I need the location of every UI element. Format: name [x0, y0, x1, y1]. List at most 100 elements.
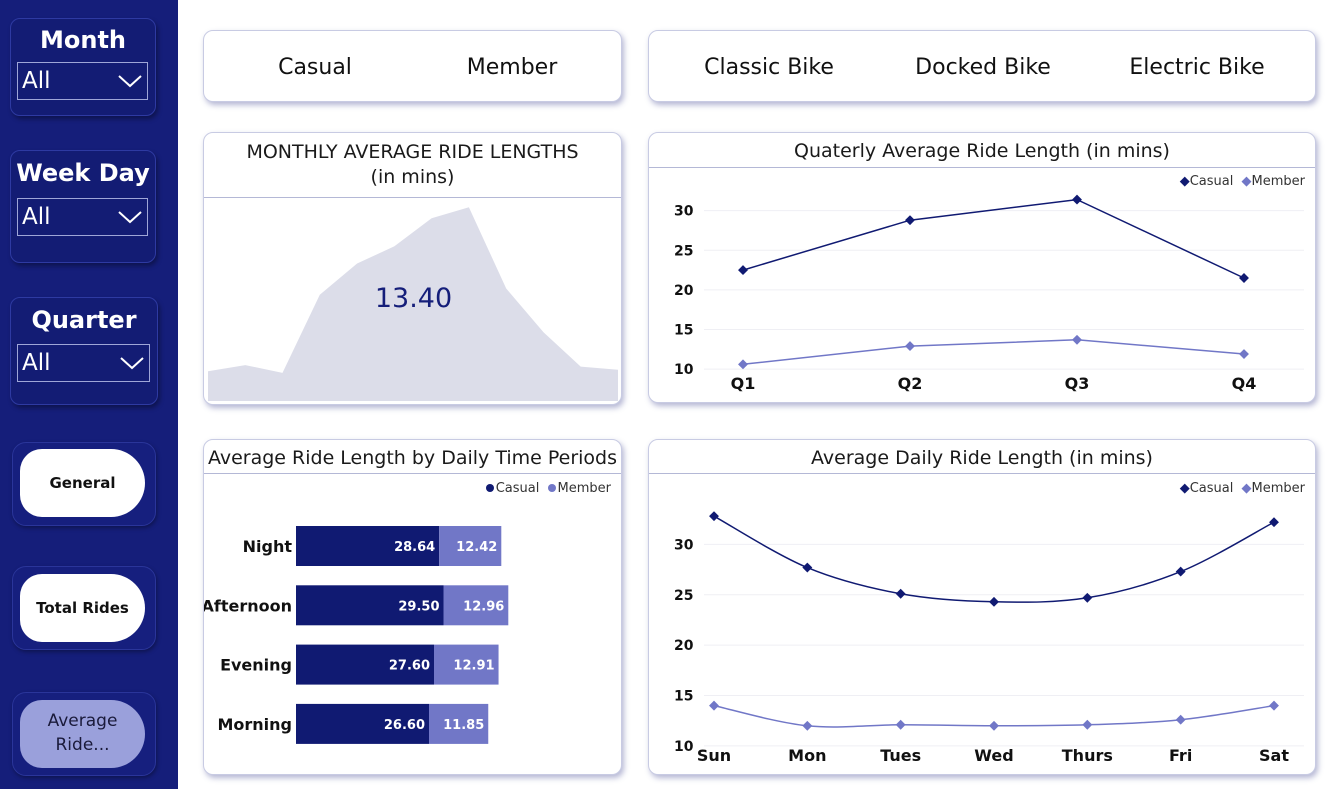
x-tick-label: Q2 — [898, 374, 923, 393]
casual-data-point — [738, 265, 748, 276]
member-data-point — [1239, 349, 1249, 359]
bike-type-toggle: Classic Bike Docked Bike Electric Bike — [648, 30, 1316, 102]
member-data-point — [1082, 719, 1093, 730]
casual-data-point — [895, 588, 906, 599]
quarterly-average-card: Quaterly Average Ride Length (in mins) ◆… — [648, 132, 1316, 403]
monthly-chart-title: MONTHLY AVERAGE RIDE LENGTHS — [246, 141, 579, 163]
member-data-point — [895, 719, 906, 730]
casual-data-point — [905, 215, 915, 226]
quarterly-card-header: Quaterly Average Ride Length (in mins) — [649, 133, 1315, 168]
time-period-chart-title: Average Ride Length by Daily Time Period… — [207, 447, 618, 469]
casual-data-point — [709, 511, 719, 522]
weekday-dropdown-value: All — [22, 204, 51, 230]
bar-value-label: 28.64 — [394, 540, 435, 555]
casual-data-point — [1269, 517, 1279, 528]
member-data-point — [709, 700, 719, 711]
bar-value-label: 26.60 — [384, 718, 425, 733]
y-tick-label: 15 — [674, 322, 693, 338]
daily-card-header: Average Daily Ride Length (in mins) — [649, 440, 1315, 474]
x-tick-label: Q4 — [1232, 374, 1257, 393]
quarterly-chart-title: Quaterly Average Ride Length (in mins) — [794, 140, 1170, 162]
weekday-slicer-title: Week Day — [16, 159, 150, 187]
bar-value-label: 12.96 — [463, 599, 504, 614]
quarter-dropdown-value: All — [22, 350, 51, 376]
chevron-down-icon — [118, 211, 142, 224]
bar-value-label: 29.50 — [398, 599, 439, 614]
daily-line-chart: 10 15 20 25 30 Sun Mon Tues Wed Thurs Fri Sat — [674, 511, 1304, 765]
member-series-line — [742, 339, 1245, 366]
electric-bike-toggle[interactable]: Electric Bike — [1129, 55, 1264, 80]
y-tick-label: 20 — [674, 283, 694, 299]
casual-data-point — [1239, 273, 1249, 283]
category-label: Evening — [220, 656, 292, 675]
monthly-chart-subtitle: (in mins) — [370, 165, 455, 188]
casual-data-point — [989, 596, 999, 607]
y-tick-label: 30 — [674, 537, 694, 553]
bar-value-label: 11.85 — [443, 718, 484, 733]
member-data-point — [738, 359, 748, 370]
quarter-dropdown[interactable]: All — [17, 344, 150, 382]
quarterly-line-chart: 10 15 20 25 30 Q1 Q2 Q3 Q4 — [674, 194, 1304, 393]
docked-bike-toggle[interactable]: Docked Bike — [915, 55, 1051, 80]
x-tick-label: Thurs — [1062, 746, 1113, 765]
member-data-point — [1269, 700, 1279, 711]
weekday-slicer: Week Day All — [10, 150, 156, 263]
member-data-point — [1175, 714, 1186, 725]
y-tick-label: 15 — [674, 689, 693, 705]
casual-data-point — [1175, 566, 1186, 577]
casual-series-line — [713, 515, 1275, 603]
member-data-point — [989, 720, 999, 731]
y-tick-label: 10 — [674, 739, 694, 755]
monthly-value-label: 13.40 — [374, 283, 453, 314]
nav-average-ride-label: Average Ride... — [47, 711, 118, 755]
x-tick-label: Tues — [880, 746, 921, 765]
quarter-slicer: Quarter All — [10, 297, 158, 405]
nav-average-ride-button[interactable]: Average Ride... — [20, 700, 145, 768]
x-tick-label: Q1 — [731, 374, 756, 393]
weekday-dropdown[interactable]: All — [17, 198, 148, 236]
x-tick-label: Mon — [788, 746, 826, 765]
nav-total-rides-button[interactable]: Total Rides — [20, 574, 145, 642]
member-data-point — [802, 720, 813, 731]
category-label: Morning — [217, 715, 292, 734]
monthly-average-card: MONTHLY AVERAGE RIDE LENGTHS (in mins) 1… — [203, 132, 622, 405]
bar-value-label: 12.91 — [453, 659, 494, 674]
month-dropdown[interactable]: All — [17, 62, 148, 100]
bar-value-label: 27.60 — [389, 659, 430, 674]
daily-chart-title: Average Daily Ride Length (in mins) — [811, 447, 1153, 469]
category-label: Night — [243, 537, 293, 556]
y-tick-label: 25 — [674, 588, 693, 604]
y-tick-label: 10 — [674, 362, 694, 378]
y-tick-label: 30 — [674, 204, 694, 220]
time-period-bar-chart: Night 28.64 12.42 Afternoon 29.50 12.96 Evenin… — [204, 526, 509, 744]
rider-type-toggle: Casual Member — [203, 30, 622, 102]
member-data-point — [1072, 334, 1082, 345]
member-toggle[interactable]: Member — [467, 55, 558, 80]
x-tick-label: Sun — [697, 746, 731, 765]
month-slicer-title: Month — [39, 26, 126, 54]
x-tick-label: Q3 — [1065, 374, 1090, 393]
category-label: Afternoon — [204, 596, 292, 615]
bar-value-label: 12.42 — [456, 540, 497, 555]
month-slicer: Month All — [10, 18, 156, 116]
classic-bike-toggle[interactable]: Classic Bike — [704, 55, 834, 80]
nav-general-button[interactable]: General — [20, 449, 145, 517]
sidebar: Month All Week Day All Quarter All Gener… — [0, 0, 178, 789]
chevron-down-icon — [118, 75, 142, 88]
monthly-card-header: MONTHLY AVERAGE RIDE LENGTHS (in mins) — [204, 133, 621, 198]
casual-series-line — [742, 198, 1245, 279]
daily-average-card: Average Daily Ride Length (in mins) ◆Cas… — [648, 439, 1316, 775]
casual-data-point — [802, 562, 813, 573]
x-tick-label: Fri — [1169, 746, 1192, 765]
y-tick-label: 25 — [674, 243, 693, 259]
month-dropdown-value: All — [22, 68, 51, 94]
y-tick-label: 20 — [674, 638, 694, 654]
casual-toggle[interactable]: Casual — [278, 55, 352, 80]
casual-data-point — [1072, 194, 1082, 205]
quarter-slicer-title: Quarter — [31, 306, 137, 334]
chevron-down-icon — [120, 357, 144, 370]
x-tick-label: Sat — [1259, 746, 1289, 765]
x-tick-label: Wed — [974, 746, 1013, 765]
member-data-point — [905, 341, 915, 352]
time-period-card-header: Average Ride Length by Daily Time Period… — [204, 440, 621, 474]
